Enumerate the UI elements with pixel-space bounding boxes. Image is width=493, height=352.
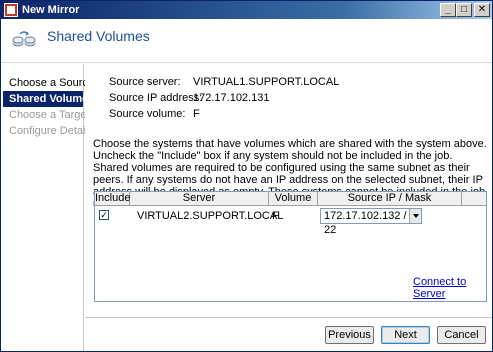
source-volume-value: F [193,108,200,120]
page-title: Shared Volumes [47,28,150,44]
source-ip-value: 172.17.102.131 [193,92,270,104]
source-ip-selected: 172.17.102.132 / 22 [324,210,407,236]
connect-to-server-link[interactable]: Connect to Server [413,276,492,300]
button-divider [85,317,492,318]
source-server-value: VIRTUAL1.SUPPORT.LOCAL [193,76,340,88]
source-server-label: Source server: [109,76,181,88]
source-ip-label: Source IP address: [109,92,203,104]
source-ip-dropdown[interactable]: 172.17.102.132 / 22 [320,208,422,236]
mirror-volumes-icon [12,31,36,47]
chevron-down-icon[interactable] [409,209,421,223]
wizard-header: Shared Volumes [1,19,492,63]
title-bar[interactable]: New Mirror _ □ ✕ [1,1,492,19]
new-mirror-window: New Mirror _ □ ✕ Shared Volumes Choose a… [0,0,493,352]
column-volume[interactable]: Volume [269,192,318,206]
minimize-button[interactable]: _ [440,3,456,17]
table-header: Include Server Volume Source IP / Mask [95,192,486,206]
column-include[interactable]: Include [95,192,130,206]
cancel-button[interactable]: Cancel [437,326,486,344]
nav-item-shared-volumes[interactable]: Shared Volumes [3,91,94,107]
nav-item-configure-details: Configure Details [9,125,94,137]
server-cell: VIRTUAL2.SUPPORT.LOCAL [137,210,284,222]
source-volume-label: Source volume: [109,108,186,120]
column-server[interactable]: Server [130,192,269,206]
window-title: New Mirror [22,4,80,16]
previous-button[interactable]: Previous [325,326,374,344]
column-ip-mask[interactable]: Source IP / Mask [318,192,462,206]
next-button[interactable]: Next [381,326,430,344]
include-checkbox[interactable]: ✓ [99,210,109,220]
close-button[interactable]: ✕ [474,3,490,17]
wizard-steps-nav: Choose a Source Shared Volumes Choose a … [1,64,94,351]
nav-item-choose-source[interactable]: Choose a Source [3,75,94,91]
app-icon [4,3,18,17]
volume-cell: F [272,210,279,222]
content-panel: Source server: VIRTUAL1.SUPPORT.LOCAL So… [85,64,492,351]
maximize-button[interactable]: □ [456,3,472,17]
nav-item-choose-target: Choose a Target [9,109,90,121]
